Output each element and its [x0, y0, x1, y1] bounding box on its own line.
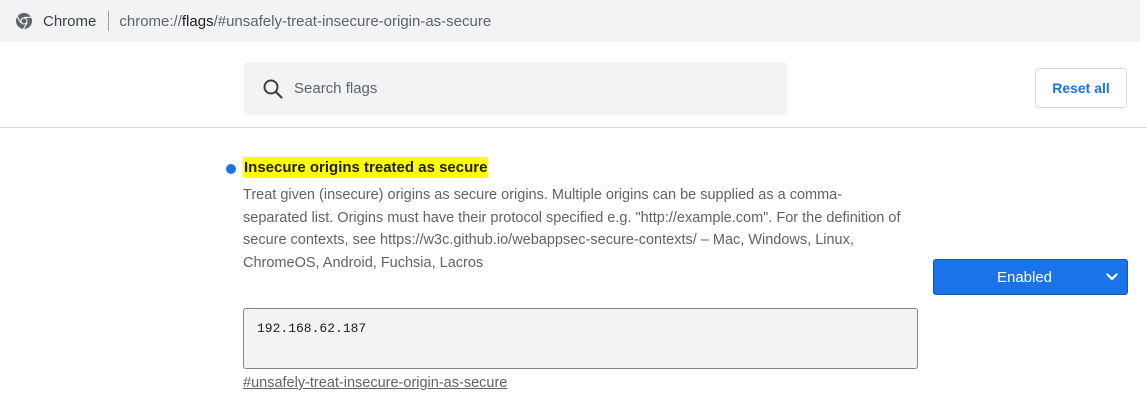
search-box[interactable]: [244, 62, 787, 115]
search-input[interactable]: [292, 79, 776, 98]
reset-all-button[interactable]: Reset all: [1035, 68, 1127, 108]
url-host: flags: [181, 12, 214, 30]
flag-permalink[interactable]: #unsafely-treat-insecure-origin-as-secur…: [243, 375, 507, 391]
modified-indicator: [226, 164, 236, 174]
flag-description: Treat given (insecure) origins as secure…: [243, 187, 901, 271]
url-prefix: chrome://: [119, 12, 182, 30]
url-text[interactable]: chrome://flags/#unsafely-treat-insecure-…: [119, 13, 491, 30]
origins-textarea[interactable]: 192.168.62.187: [243, 308, 918, 369]
search-icon: [262, 78, 284, 100]
omnibox[interactable]: Chrome chrome://flags/#unsafely-treat-in…: [0, 0, 1140, 42]
chrome-icon: [15, 12, 33, 30]
flag-state-select[interactable]: Enabled: [933, 259, 1128, 295]
flag-title: Insecure origins treated as secure: [243, 157, 489, 178]
flags-header: Reset all: [0, 42, 1147, 128]
flag-state-value: Enabled: [996, 268, 1053, 286]
url-path: /#unsafely-treat-insecure-origin-as-secu…: [213, 12, 492, 30]
chevron-down-icon: [1097, 273, 1127, 281]
omnibox-divider: [108, 11, 110, 31]
site-label: Chrome: [43, 12, 97, 30]
